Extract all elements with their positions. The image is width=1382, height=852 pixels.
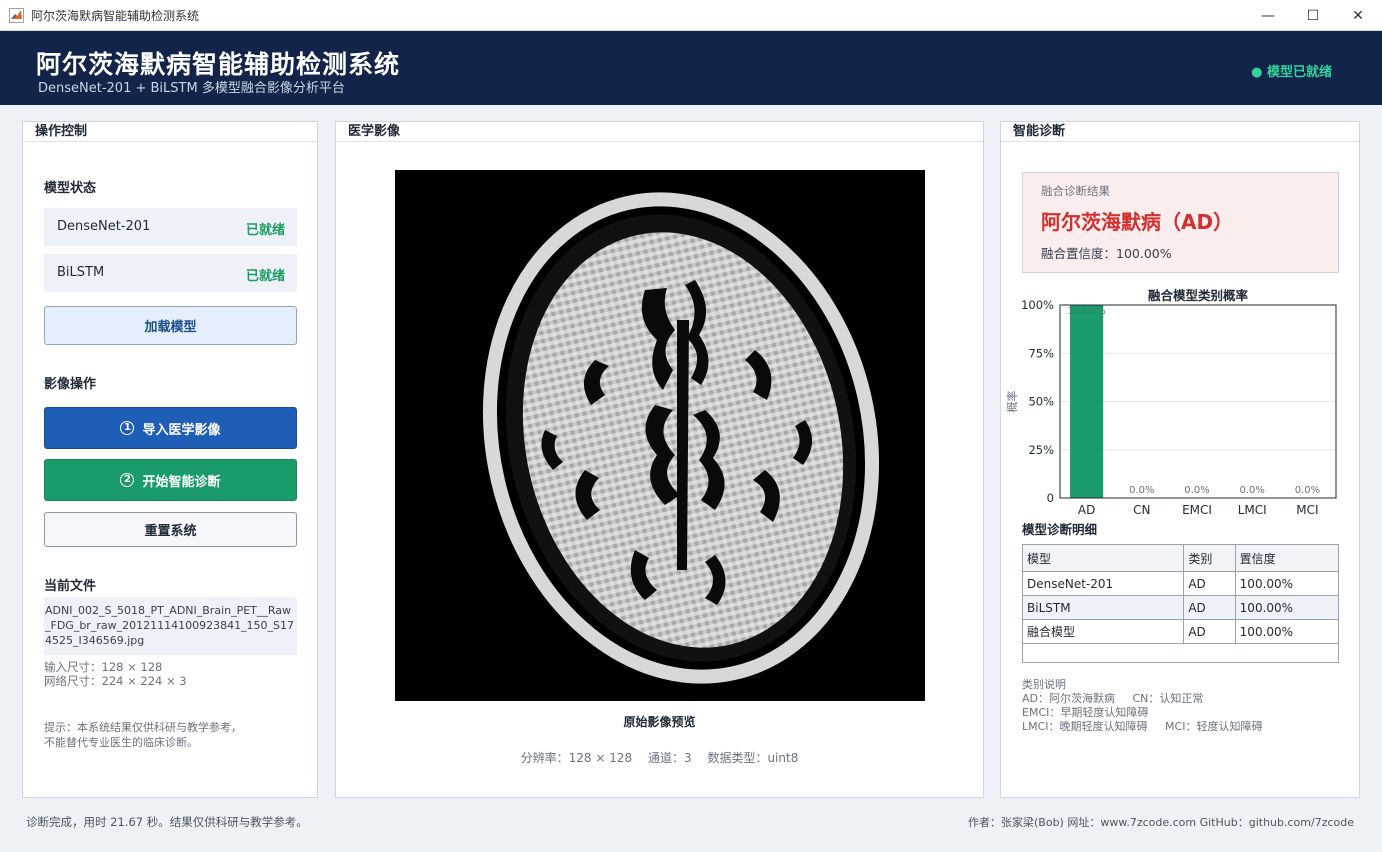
model-name: BiLSTM — [57, 265, 105, 280]
chart-y-tick-label: 50% — [1028, 395, 1054, 409]
chart-y-tick-label: 100% — [1021, 298, 1054, 312]
model-detail-table: 模型 类别 置信度 DenseNet-201 AD 100.00% BiLSTM… — [1021, 544, 1340, 663]
col-header-confidence: 置信度 — [1234, 544, 1340, 572]
chart-y-axis-label: 概率 — [1005, 391, 1019, 413]
step-two-icon: 2 — [120, 473, 135, 487]
model-ready-status: ● 模型已就绪 — [1251, 65, 1332, 80]
table-row[interactable]: DenseNet-201 AD 100.00% — [1021, 571, 1340, 596]
table-row[interactable]: 融合模型 AD 100.00% — [1021, 619, 1340, 644]
app-header: 阿尔茨海默病智能辅助检测系统 DenseNet-201 + BiLSTM 多模型… — [0, 31, 1382, 105]
load-model-button[interactable]: 加载模型 — [44, 306, 297, 345]
image-info: 分辨率：128 × 128 通道：3 数据类型：uint8 — [336, 749, 983, 766]
tip-line-1: 提示：本系统结果仅供科研与教学参考， — [44, 721, 242, 734]
control-panel-title: 操作控制 — [23, 122, 317, 142]
model-detail-label: 模型诊断明细 — [1022, 522, 1098, 537]
cell-model: 融合模型 — [1021, 619, 1185, 644]
image-caption: 原始影像预览 — [623, 715, 696, 729]
table-header-row: 模型 类别 置信度 — [1021, 544, 1340, 572]
import-image-button[interactable]: 1 导入医学影像 — [44, 407, 297, 449]
app-subtitle: DenseNet-201 + BiLSTM 多模型融合影像分析平台 — [38, 81, 345, 96]
table-row[interactable]: BiLSTM AD 100.00% — [1021, 595, 1340, 620]
cell-confidence: 100.00% — [1234, 619, 1340, 644]
cell-model: BiLSTM — [1021, 595, 1185, 620]
network-size-text: 网络尺寸：224 × 224 × 3 — [44, 674, 187, 688]
fusion-result-label: 融合诊断结果 — [1041, 184, 1110, 198]
tip-line-2: 不能替代专业医生的临床诊断。 — [44, 736, 198, 749]
chart-data-label: 0.0% — [1129, 485, 1154, 496]
chart-title: 融合模型类别概率 — [1148, 288, 1249, 303]
chart-x-tick-label: AD — [1078, 503, 1095, 517]
diagnosis-panel-title: 智能诊断 — [1001, 122, 1359, 142]
chart-x-tick-label: MCI — [1296, 503, 1318, 517]
image-panel-title: 医学影像 — [336, 122, 983, 142]
legend-note-line-1: AD：阿尔茨海默病 CN：认知正常 — [1022, 692, 1204, 705]
status-bar: 诊断完成，用时 21.67 秒。结果仅供科研与教学参考。 作者：张家梁(Bob)… — [0, 808, 1382, 836]
model-status-badge: 已就绪 — [245, 223, 285, 238]
cell-confidence: 100.00% — [1234, 595, 1340, 620]
disclaimer-tip: 提示：本系统结果仅供科研与教学参考， 不能替代专业医生的临床诊断。 — [44, 720, 242, 750]
current-file-label: 当前文件 — [44, 579, 97, 594]
fusion-confidence: 融合置信度：100.00% — [1041, 246, 1172, 261]
start-diagnosis-button[interactable]: 2 开始智能诊断 — [44, 459, 297, 501]
cell-class: AD — [1183, 571, 1236, 596]
model-row-densenet: DenseNet-201 已就绪 — [44, 208, 297, 246]
current-file-name: ADNI_002_S_5018_PT_ADNI_Brain_PET__Raw_F… — [44, 597, 297, 655]
chart-x-tick-label: EMCI — [1182, 503, 1212, 517]
chart-x-tick-label: LMCI — [1238, 503, 1267, 517]
app-title: 阿尔茨海默病智能辅助检测系统 — [36, 50, 401, 79]
fusion-result-value: 阿尔茨海默病（AD） — [1041, 210, 1234, 234]
minimize-button[interactable]: — — [1245, 0, 1291, 31]
chart-data-label: 0.0% — [1295, 485, 1320, 496]
window-titlebar: 阿尔茨海默病智能辅助检测系统 — ☐ ✕ — [0, 0, 1382, 31]
legend-note-title: 类别说明 — [1022, 678, 1066, 691]
chart-y-tick-label: 25% — [1028, 443, 1054, 457]
cell-class: AD — [1183, 619, 1236, 644]
model-row-bilstm: BiLSTM 已就绪 — [44, 254, 297, 292]
table-empty-row — [1022, 643, 1339, 663]
reset-system-button[interactable]: 重置系统 — [44, 512, 297, 547]
load-model-label: 加载模型 — [144, 320, 197, 335]
col-header-class: 类别 — [1183, 544, 1236, 572]
channels-text: 通道：3 — [647, 751, 692, 765]
import-image-label: 导入医学影像 — [142, 422, 221, 438]
class-probability-chart: 融合模型类别概率概率 0 25% 50% 75% 100% 100.0% AD 0.0% CN 0.… — [1005, 288, 1337, 517]
mri-image-preview — [395, 170, 925, 701]
chart-y-tick-label: 75% — [1028, 346, 1054, 360]
model-status-label: 模型状态 — [44, 181, 97, 196]
empty-cell — [1022, 643, 1339, 663]
model-name: DenseNet-201 — [57, 219, 151, 234]
class-legend-note: 类别说明 AD：阿尔茨海默病 CN：认知正常 EMCI：早期轻度认知障碍 LMC… — [1022, 678, 1262, 734]
image-ops-label: 影像操作 — [44, 377, 97, 392]
cell-class: AD — [1183, 595, 1236, 620]
chart-data-label: 0.0% — [1239, 485, 1264, 496]
chart-y-tick-label: 0 — [1047, 491, 1054, 505]
reset-system-label: 重置系统 — [144, 524, 197, 539]
model-status-badge: 已就绪 — [245, 269, 285, 284]
cell-model: DenseNet-201 — [1021, 571, 1185, 596]
legend-note-line-3: LMCI：晚期轻度认知障碍 MCI：轻度认知障碍 — [1022, 720, 1263, 733]
cell-confidence: 100.00% — [1234, 571, 1340, 596]
chart-data-label: 100.0% — [1068, 306, 1106, 317]
status-message: 诊断完成，用时 21.67 秒。结果仅供科研与教学参考。 — [26, 815, 308, 829]
chart-data-label: 0.0% — [1184, 485, 1209, 496]
col-header-model: 模型 — [1021, 544, 1185, 572]
brain-scan-image — [395, 170, 925, 701]
step-one-icon: 1 — [120, 421, 135, 435]
fusion-result-box: 融合诊断结果 阿尔茨海默病（AD） 融合置信度：100.00% — [1022, 172, 1339, 273]
control-panel: 操作控制 模型状态 DenseNet-201 已就绪 BiLSTM 已就绪 加载… — [22, 121, 318, 798]
matlab-app-icon — [9, 8, 24, 23]
start-diagnosis-label: 开始智能诊断 — [142, 474, 221, 490]
chart-bar — [1070, 305, 1104, 498]
diagnosis-panel: 智能诊断 融合诊断结果 阿尔茨海默病（AD） 融合置信度：100.00% 融合模… — [1000, 121, 1360, 798]
author-info: 作者：张家梁(Bob) 网址：www.7zcode.com GitHub：git… — [968, 816, 1354, 829]
close-button[interactable]: ✕ — [1335, 0, 1381, 31]
window-title: 阿尔茨海默病智能辅助检测系统 — [31, 9, 200, 23]
maximize-button[interactable]: ☐ — [1290, 0, 1336, 31]
image-panel: 医学影像 原始影像预览 分辨率：128 × 128 通道：3 数据类型：uint… — [335, 121, 984, 798]
chart-x-tick-label: CN — [1133, 503, 1150, 517]
legend-note-line-2: EMCI：早期轻度认知障碍 — [1022, 706, 1149, 719]
dtype-text: 数据类型：uint8 — [707, 751, 799, 765]
resolution-text: 分辨率：128 × 128 — [520, 751, 633, 765]
